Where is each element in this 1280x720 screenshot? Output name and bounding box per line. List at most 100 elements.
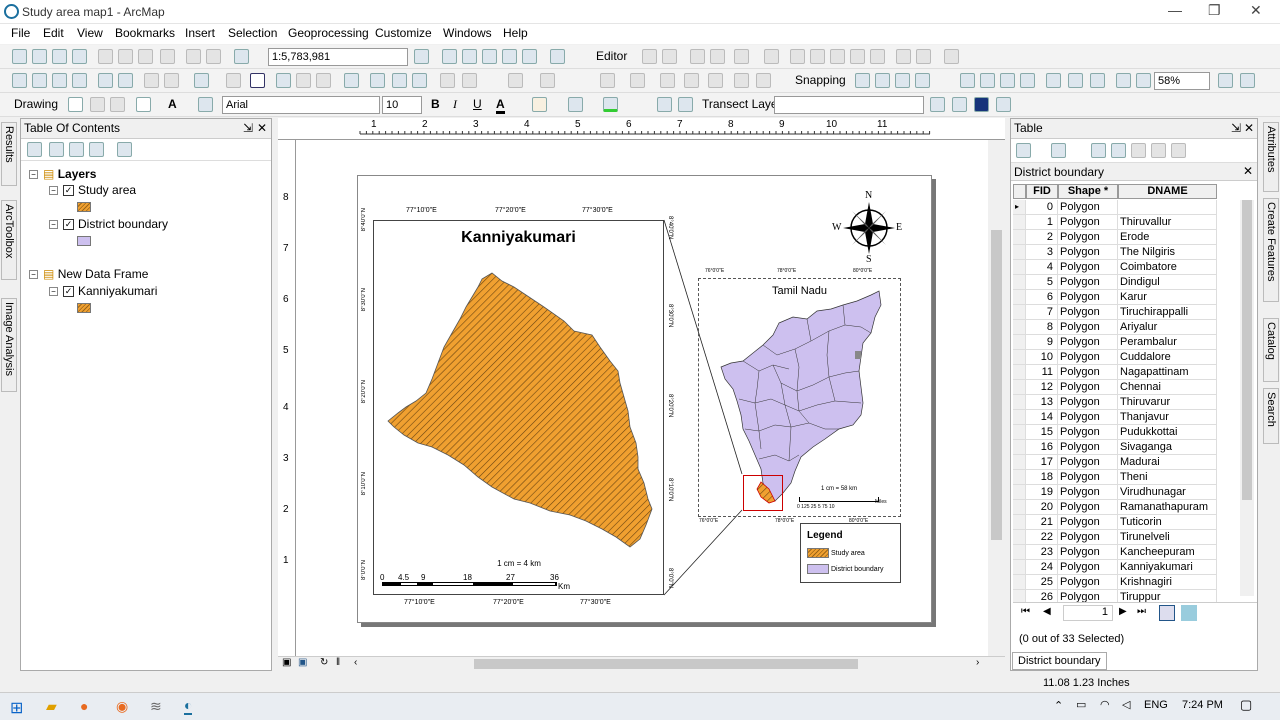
cell-fid[interactable]: 11 <box>1026 365 1058 380</box>
line-color-icon[interactable] <box>568 97 583 112</box>
open-icon[interactable] <box>32 49 47 64</box>
layout-page[interactable]: Kanniyakumari 1 cm = 4 km 0 4.5 9 18 27 … <box>357 175 932 623</box>
row-selector[interactable] <box>1013 440 1026 455</box>
table-row[interactable]: 25 Polygon Krishnagiri <box>1013 575 1217 590</box>
cell-dname[interactable]: Ramanathapuram <box>1118 500 1217 515</box>
table-vscroll-thumb[interactable] <box>1242 200 1252 500</box>
kanniyakumari-polygon[interactable] <box>374 221 663 594</box>
hyperlink-icon[interactable] <box>296 73 311 88</box>
go-back-icon[interactable] <box>144 73 159 88</box>
cell-dname[interactable] <box>1118 200 1217 215</box>
notifications-icon[interactable]: ▢ <box>1240 697 1252 713</box>
add-data-icon[interactable] <box>234 49 249 64</box>
vscroll-thumb[interactable] <box>991 230 1002 540</box>
row-selector[interactable] <box>1013 575 1026 590</box>
focus-dataframe-icon[interactable] <box>1240 73 1255 88</box>
row-selector[interactable] <box>1013 260 1026 275</box>
layout-zoom-out-icon[interactable] <box>980 73 995 88</box>
new-icon[interactable] <box>12 49 27 64</box>
refresh-icon[interactable] <box>930 97 945 112</box>
layout-vertical-scrollbar[interactable] <box>988 140 1005 658</box>
table-options-icon[interactable] <box>1016 143 1031 158</box>
cell-dname[interactable]: Sivaganga <box>1118 440 1217 455</box>
cell-shape[interactable]: Polygon <box>1058 545 1118 560</box>
table-row[interactable]: 7 Polygon Tiruchirappalli <box>1013 305 1217 320</box>
district-boundary-symbol[interactable] <box>77 235 91 249</box>
cell-shape[interactable]: Polygon <box>1058 350 1118 365</box>
refresh-view-icon[interactable]: ↻ <box>320 657 328 668</box>
rectangle-icon[interactable] <box>136 97 151 112</box>
html-popup-icon[interactable] <box>316 73 331 88</box>
table-close-icon[interactable]: ✕ <box>1244 121 1254 135</box>
zoom-combo[interactable]: 58% <box>1154 72 1210 90</box>
layout-horizontal-scrollbar[interactable]: ▣ ▣ ↻ ‖ ‹ › <box>278 656 1005 670</box>
cell-shape[interactable]: Polygon <box>1058 470 1118 485</box>
menu-windows[interactable]: Windows <box>443 26 492 40</box>
table-row[interactable]: 11 Polygon Nagapattinam <box>1013 365 1217 380</box>
cell-dname[interactable]: Thiruvallur <box>1118 215 1217 230</box>
table-row[interactable]: 2 Polygon Erode <box>1013 230 1217 245</box>
row-selector[interactable] <box>1013 335 1026 350</box>
trace-icon[interactable] <box>734 49 749 64</box>
copy-icon[interactable] <box>118 49 133 64</box>
list-by-source-icon[interactable] <box>49 142 64 157</box>
row-selector[interactable] <box>1013 410 1026 425</box>
italic-button[interactable]: I <box>453 97 457 112</box>
data-view-icon[interactable]: ▣ <box>282 657 291 668</box>
cut-icon[interactable] <box>98 49 113 64</box>
search-window-icon[interactable] <box>482 49 497 64</box>
menu-geoprocessing[interactable]: Geoprocessing <box>288 26 369 40</box>
vertex-snap-icon[interactable] <box>895 73 910 88</box>
cell-dname[interactable]: Ariyalur <box>1118 320 1217 335</box>
row-selector[interactable] <box>1013 530 1026 545</box>
scale-combo[interactable]: 1:5,783,981 <box>268 48 408 66</box>
cell-shape[interactable]: Polygon <box>1058 380 1118 395</box>
paste-icon[interactable] <box>138 49 153 64</box>
go-forward-icon[interactable] <box>164 73 179 88</box>
windows-start-icon[interactable]: ⊞ <box>10 698 23 718</box>
minimize-icon[interactable]: — <box>1168 2 1182 18</box>
endpoint-arc-icon[interactable] <box>710 49 725 64</box>
row-selector[interactable] <box>1013 245 1026 260</box>
cell-dname[interactable]: Kancheepuram <box>1118 545 1217 560</box>
cell-dname[interactable]: Krishnagiri <box>1118 575 1217 590</box>
cell-shape[interactable]: Polygon <box>1058 230 1118 245</box>
cell-dname[interactable]: Tiruchirappalli <box>1118 305 1217 320</box>
cell-dname[interactable]: Kanniyakumari <box>1118 560 1217 575</box>
point-snap-icon[interactable] <box>855 73 870 88</box>
cell-fid[interactable]: 8 <box>1026 320 1058 335</box>
topology-icon[interactable] <box>540 73 555 88</box>
row-selector[interactable] <box>1013 395 1026 410</box>
col-shape[interactable]: Shape * <box>1058 184 1118 199</box>
cell-shape[interactable]: Polygon <box>1058 440 1118 455</box>
font-combo[interactable]: Arial <box>222 96 380 114</box>
layout-icon-6[interactable] <box>734 73 749 88</box>
cell-fid[interactable]: 1 <box>1026 215 1058 230</box>
related-tables-icon[interactable] <box>1051 143 1066 158</box>
language-indicator[interactable]: ENG <box>1144 699 1168 711</box>
attributes-icon[interactable] <box>896 49 911 64</box>
kanniyakumari-layer[interactable]: − ✓ Kanniyakumari <box>49 284 157 298</box>
row-selector[interactable] <box>1013 350 1026 365</box>
end-snap-icon[interactable] <box>875 73 890 88</box>
edit-vertices-icon[interactable] <box>790 49 805 64</box>
layout-icon-2[interactable] <box>630 73 645 88</box>
table-row[interactable]: 18 Polygon Theni <box>1013 470 1217 485</box>
help-icon[interactable] <box>974 97 989 112</box>
toggle-draft-icon[interactable] <box>1218 73 1233 88</box>
cell-fid[interactable]: 13 <box>1026 395 1058 410</box>
cell-fid[interactable]: 19 <box>1026 485 1058 500</box>
list-by-visibility-icon[interactable] <box>69 142 84 157</box>
cell-dname[interactable]: The Nilgiris <box>1118 245 1217 260</box>
table-row[interactable]: 6 Polygon Karur <box>1013 290 1217 305</box>
text-tool[interactable]: A <box>168 97 177 111</box>
reshape-icon[interactable] <box>810 49 825 64</box>
table-row[interactable]: 15 Polygon Pudukkottai <box>1013 425 1217 440</box>
drawing-menu[interactable]: Drawing <box>14 97 58 111</box>
menu-help[interactable]: Help <box>503 26 528 40</box>
cut-polygons-icon[interactable] <box>830 49 845 64</box>
previous-extent-icon[interactable] <box>1116 73 1131 88</box>
cell-fid[interactable]: 20 <box>1026 500 1058 515</box>
next-record-icon[interactable]: ▶ <box>1119 606 1127 617</box>
cell-dname[interactable]: Theni <box>1118 470 1217 485</box>
